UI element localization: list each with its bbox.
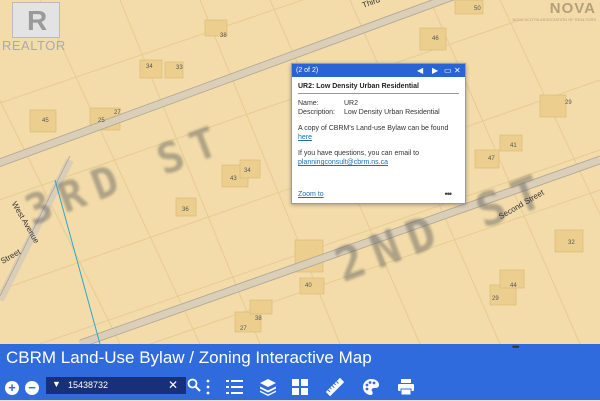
maximize-icon[interactable]: ▭	[444, 66, 452, 75]
legend-list-icon[interactable]	[226, 379, 244, 397]
lot-number: 36	[182, 207, 189, 213]
field-value: UR2	[344, 100, 359, 107]
lot-number: 40	[305, 283, 312, 289]
lot-number: 50	[474, 6, 481, 12]
close-icon[interactable]: ✕	[454, 66, 461, 75]
lot-number: 44	[510, 283, 517, 289]
popup-count: (2 of 2)	[296, 67, 319, 74]
realtor-watermark: R REALTOR	[0, 0, 70, 58]
more-menu-icon[interactable]: •••	[445, 189, 453, 199]
print-icon[interactable]	[397, 378, 415, 396]
nova-watermark: NOVA NOVA SCOTIA ASSOCIATION OF REALTORS	[512, 0, 597, 22]
app-title: CBRM Land-Use Bylaw / Zoning Interactive…	[6, 348, 372, 367]
lot-number: 38	[255, 316, 262, 322]
realtor-logo: R	[12, 2, 60, 38]
lot-number: 38	[220, 33, 227, 39]
search-input[interactable]: 15438732	[68, 380, 108, 390]
field-key: Name:	[298, 100, 319, 107]
more-options-icon[interactable]	[205, 379, 211, 397]
map-view[interactable]: 3RD ST 2ND ST Third Second Street West A…	[0, 0, 600, 344]
lot-number: 46	[432, 36, 439, 42]
measure-icon[interactable]	[325, 377, 345, 397]
field-row: Description: Low Density Urban Residenti…	[298, 108, 459, 117]
theme-palette-icon[interactable]	[362, 378, 380, 396]
lot-number: 43	[230, 176, 237, 182]
zoom-out-button[interactable]: −	[25, 381, 39, 395]
lot-number: 33	[176, 65, 183, 71]
popup-footer: Zoom to •••	[298, 189, 459, 199]
popup-title: UR2: Low Density Urban Residential	[298, 80, 459, 94]
search-icon[interactable]	[187, 378, 205, 396]
feature-popup: (2 of 2) ◀ ▶ ▭ ✕ UR2: Low Density Urban …	[291, 63, 466, 204]
clear-icon[interactable]: ✕	[168, 378, 178, 392]
lot-number: 45	[42, 118, 49, 124]
search-source-dropdown-icon[interactable]: ▼	[52, 379, 61, 389]
basemap-gallery-icon[interactable]	[292, 379, 310, 397]
lot-number: 25	[98, 118, 105, 124]
next-icon[interactable]: ▶	[432, 66, 438, 75]
lot-number: 41	[510, 143, 517, 149]
field-value: Low Density Urban Residential	[344, 109, 440, 116]
field-key: Description:	[298, 109, 335, 116]
bylaw-paragraph: A copy of CBRM's Land-use Bylaw can be f…	[298, 125, 449, 141]
lot-number: 27	[240, 326, 247, 332]
lot-number: 29	[565, 100, 572, 106]
email-link[interactable]: planningconsult@cbrm.ns.ca	[298, 159, 388, 166]
field-row: Name: UR2	[298, 99, 459, 108]
search-box[interactable]: ▼ 15438732 ✕	[46, 377, 186, 394]
lot-number: 47	[488, 156, 495, 162]
realtor-label: REALTOR	[2, 38, 66, 53]
contact-paragraph: If you have questions, you can email to …	[298, 150, 420, 166]
zoom-in-button[interactable]: +	[5, 381, 19, 395]
lot-number: 34	[244, 168, 251, 174]
lot-number: 27	[114, 110, 121, 116]
lot-number: 29	[492, 296, 499, 302]
panel-resize-handle[interactable]: •••	[512, 343, 520, 352]
popup-header: (2 of 2) ◀ ▶ ▭ ✕	[292, 64, 465, 77]
bylaw-link[interactable]: here	[298, 134, 312, 141]
lot-number: 32	[568, 240, 575, 246]
popup-body: UR2: Low Density Urban Residential Name:…	[292, 77, 465, 170]
layers-icon[interactable]	[259, 378, 277, 396]
lot-number: 34	[146, 64, 153, 70]
zoom-to-link[interactable]: Zoom to	[298, 191, 324, 198]
previous-icon[interactable]: ◀	[417, 66, 423, 75]
